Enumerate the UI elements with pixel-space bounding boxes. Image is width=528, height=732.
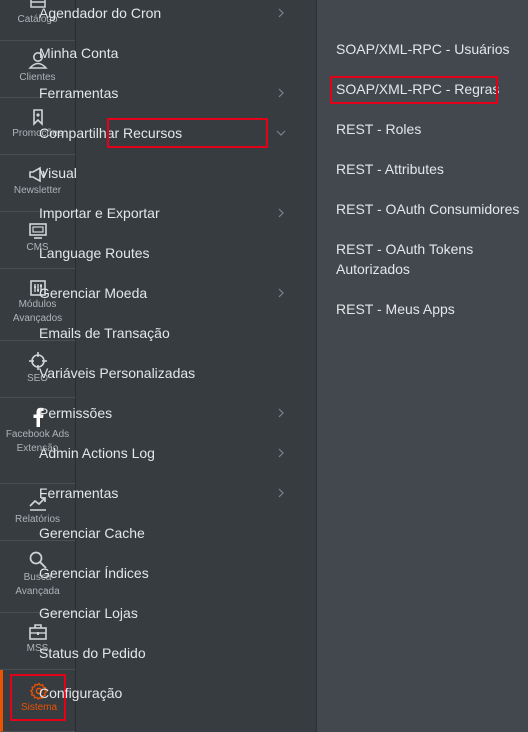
chevron-right-icon[interactable] [276, 88, 286, 98]
submenu-item-variaveis-personalizadas[interactable]: Variáveis Personalizadas [39, 361, 229, 385]
subsubmenu-panel [316, 0, 528, 732]
submenu-item-importar-exportar[interactable]: Importar e Exportar [39, 201, 229, 225]
chevron-down-icon[interactable] [276, 128, 286, 138]
subsubmenu-item-rest-roles[interactable]: REST - Roles [336, 119, 521, 139]
submenu-item-gerenciar-lojas[interactable]: Gerenciar Lojas [39, 601, 229, 625]
submenu-item-agendador-cron[interactable]: Agendador do Cron [39, 1, 229, 25]
submenu-item-ferramentas-2[interactable]: Ferramentas [39, 481, 229, 505]
submenu-item-admin-actions-log[interactable]: Admin Actions Log [39, 441, 229, 465]
submenu-item-status-pedido[interactable]: Status do Pedido [39, 641, 229, 665]
submenu-item-language-routes[interactable]: Language Routes [39, 241, 229, 265]
submenu-item-minha-conta[interactable]: Minha Conta [39, 41, 229, 65]
submenu-item-ferramentas[interactable]: Ferramentas [39, 81, 229, 105]
submenu-item-visual[interactable]: Visual [39, 161, 229, 185]
sidebar-item-label: Newsletter [13, 185, 62, 196]
subsubmenu-item-soap-regras[interactable]: SOAP/XML-RPC - Regras [336, 79, 521, 99]
submenu-item-gerenciar-cache[interactable]: Gerenciar Cache [39, 521, 229, 545]
subsubmenu-item-soap-usuarios[interactable]: SOAP/XML-RPC - Usuários [336, 39, 521, 59]
subsubmenu-item-rest-oauth-consumidores[interactable]: REST - OAuth Consumidores [336, 199, 521, 219]
submenu-item-gerenciar-indices[interactable]: Gerenciar Índices [39, 561, 229, 585]
subsubmenu-item-rest-attributes[interactable]: REST - Attributes [336, 159, 521, 179]
subsubmenu-item-rest-meus-apps[interactable]: REST - Meus Apps [336, 299, 521, 319]
mss-icon [28, 624, 47, 640]
submenu-item-gerenciar-moeda[interactable]: Gerenciar Moeda [39, 281, 229, 305]
chevron-right-icon[interactable] [276, 8, 286, 18]
submenu-item-permissoes[interactable]: Permissões [39, 401, 229, 425]
chevron-right-icon[interactable] [276, 208, 286, 218]
chevron-right-icon[interactable] [276, 488, 286, 498]
subsubmenu-item-rest-oauth-tokens[interactable]: REST - OAuth Tokens Autorizados [336, 239, 486, 279]
chevron-right-icon[interactable] [276, 448, 286, 458]
submenu-item-configuracao[interactable]: Configuração [39, 681, 229, 705]
submenu-item-compartilhar-recursos[interactable]: Compartilhar Recursos [39, 121, 229, 145]
chevron-right-icon[interactable] [276, 408, 286, 418]
submenu-item-emails-transacao[interactable]: Emails de Transação [39, 321, 229, 345]
chevron-right-icon[interactable] [276, 288, 286, 298]
